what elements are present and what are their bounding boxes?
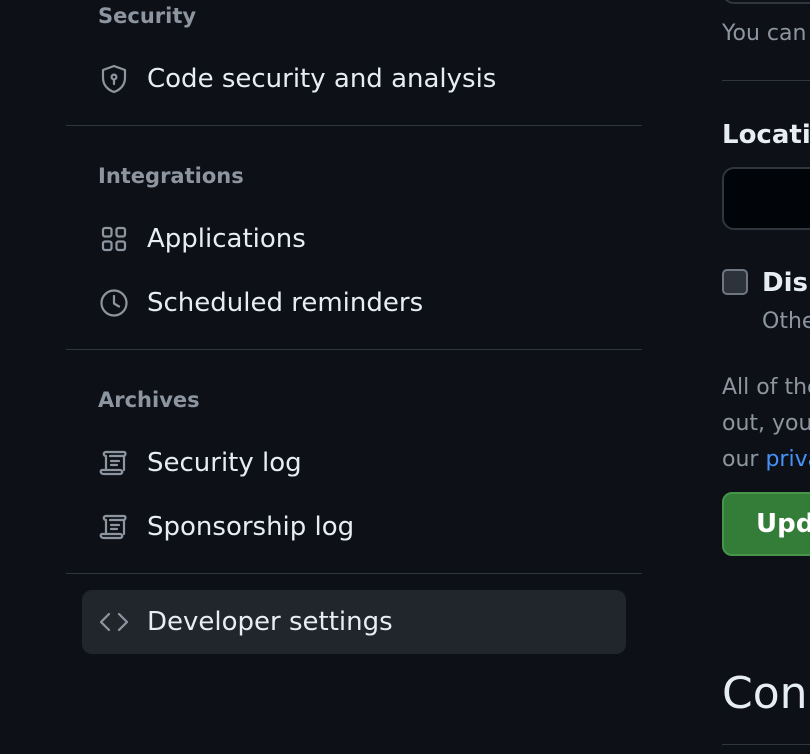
clock-icon xyxy=(98,287,130,319)
section-heading-rule xyxy=(722,744,810,745)
sidebar-item-label: Code security and analysis xyxy=(147,64,497,94)
sidebar-item-developer-settings[interactable]: Developer settings xyxy=(82,590,626,654)
section-divider xyxy=(66,573,642,574)
section-heading-integrations: Integrations xyxy=(98,164,244,188)
display-checkbox[interactable] xyxy=(722,269,748,295)
sidebar-item-security-log[interactable]: Security log xyxy=(82,431,626,495)
code-icon xyxy=(98,606,130,638)
location-input[interactable] xyxy=(722,167,810,230)
sidebar-item-label: Applications xyxy=(147,224,306,254)
sidebar-item-label: Sponsorship log xyxy=(147,512,355,542)
sidebar-item-label: Developer settings xyxy=(147,607,393,637)
sidebar-item-applications[interactable]: Applications xyxy=(82,207,626,271)
privacy-link[interactable]: priva xyxy=(765,447,810,472)
sidebar-item-label: Security log xyxy=(147,448,302,478)
info-paragraph-text: our xyxy=(722,447,766,472)
sidebar-item-label: Scheduled reminders xyxy=(147,288,424,318)
apps-grid-icon xyxy=(98,223,130,255)
log-icon xyxy=(98,447,130,479)
previous-input-field[interactable] xyxy=(722,0,810,4)
log-icon xyxy=(98,511,130,543)
shield-lock-icon xyxy=(98,63,130,95)
section-divider xyxy=(66,125,642,126)
section-heading-security: Security xyxy=(98,4,197,28)
section-heading: Con xyxy=(722,668,808,719)
location-label: Locatio xyxy=(722,120,810,150)
field-note: You can xyxy=(722,21,807,46)
info-paragraph-line: out, you xyxy=(722,411,810,436)
profile-settings-main: You can Locatio Disp Othe All of the out… xyxy=(722,0,810,754)
checkbox-hint: Othe xyxy=(762,309,810,334)
section-divider xyxy=(66,349,642,350)
settings-sidebar: Security Code security and analysis Inte… xyxy=(66,0,642,754)
sidebar-item-scheduled-reminders[interactable]: Scheduled reminders xyxy=(82,271,626,335)
info-paragraph-line: All of the xyxy=(722,375,810,400)
form-divider xyxy=(722,80,810,81)
checkbox-label: Disp xyxy=(762,268,810,298)
sidebar-item-sponsorship-log[interactable]: Sponsorship log xyxy=(82,495,626,559)
info-paragraph-line: our priva xyxy=(722,449,810,471)
update-profile-button[interactable]: Upd xyxy=(722,492,810,556)
section-heading-archives: Archives xyxy=(98,388,200,412)
sidebar-item-code-security[interactable]: Code security and analysis xyxy=(82,47,626,111)
